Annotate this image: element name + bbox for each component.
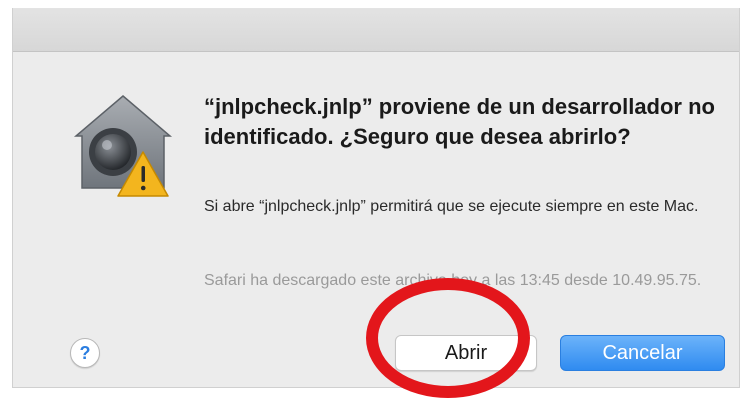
- open-button[interactable]: Abrir: [395, 335, 537, 371]
- dialog-titlebar: [13, 8, 739, 52]
- download-source-info: Safari ha descargado este archivo hoy a …: [204, 272, 702, 289]
- gatekeeper-warning-icon: [73, 95, 173, 197]
- dialog-title: “jnlpcheck.jnlp” proviene de un desarrol…: [204, 94, 715, 149]
- cancel-button[interactable]: Cancelar: [560, 335, 725, 371]
- security-dialog: “jnlpcheck.jnlp” proviene de un desarrol…: [12, 8, 740, 388]
- screenshot-stage: “jnlpcheck.jnlp” proviene de un desarrol…: [0, 0, 741, 399]
- dialog-message: Si abre “jnlpcheck.jnlp” permitirá que s…: [204, 198, 699, 215]
- help-button[interactable]: ?: [70, 338, 100, 368]
